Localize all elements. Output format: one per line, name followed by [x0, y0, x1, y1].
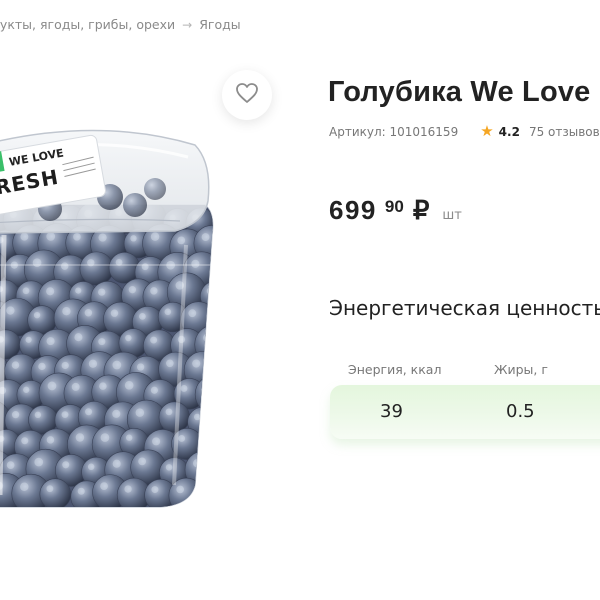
- price: 699 90 ₽ шт: [329, 195, 462, 226]
- article-number: Артикул: 101016159: [329, 124, 459, 139]
- energy-table-values: 39 0.5: [330, 385, 600, 439]
- breadcrumb: рукты, ягоды, грибы, орехи → Ягоды: [0, 17, 241, 32]
- energy-table-header: Энергия, ккал Жиры, г: [330, 362, 600, 382]
- currency-sign: ₽: [412, 195, 430, 225]
- product-meta: Артикул: 101016159 ★ 4.2 75 отзывов: [329, 124, 600, 139]
- energy-header-kcal: Энергия, ккал: [348, 362, 442, 377]
- price-kopecks: 90: [384, 197, 404, 216]
- rating-value: 4.2: [498, 124, 520, 139]
- energy-header-fat: Жиры, г: [494, 362, 548, 377]
- favorite-button[interactable]: [222, 70, 272, 120]
- breadcrumb-arrow-icon: →: [182, 17, 193, 32]
- reviews-link[interactable]: 75 отзывов: [529, 125, 600, 139]
- price-rubles: 699: [329, 195, 377, 225]
- energy-value-kcal: 39: [380, 401, 403, 422]
- rating[interactable]: ★ 4.2 75 отзывов: [480, 124, 599, 139]
- heart-icon: [235, 82, 259, 108]
- breadcrumb-item-category[interactable]: рукты, ягоды, грибы, орехи: [0, 17, 175, 32]
- breadcrumb-item-berries[interactable]: Ягоды: [199, 17, 240, 32]
- energy-value-fat: 0.5: [506, 401, 535, 422]
- energy-section-title: Энергетическая ценность: [329, 296, 600, 320]
- star-icon: ★: [480, 122, 494, 140]
- product-title: Голубика We Love F: [328, 76, 600, 108]
- product-image[interactable]: WE LOVE RESH: [0, 105, 235, 525]
- price-unit: шт: [442, 208, 462, 223]
